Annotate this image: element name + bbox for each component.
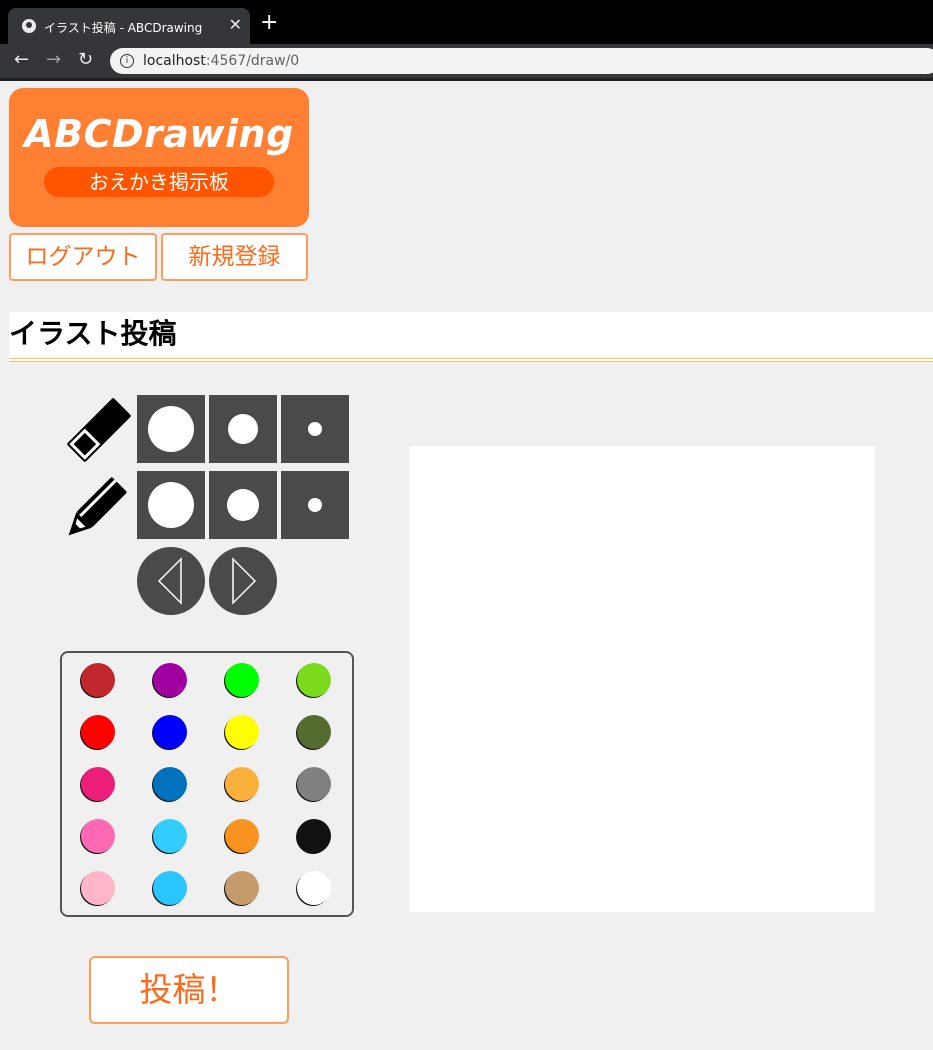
color-swatch[interactable] <box>225 767 259 801</box>
eraser-icon[interactable] <box>62 393 136 467</box>
browser-title-bar: イラスト投稿 - ABCDrawing ✕ + <box>0 0 933 44</box>
color-palette <box>60 651 354 917</box>
color-swatch[interactable] <box>225 715 259 749</box>
color-swatch[interactable] <box>297 819 331 853</box>
undo-button[interactable] <box>137 547 205 615</box>
color-swatch[interactable] <box>81 819 115 853</box>
size-dot-large <box>148 406 194 452</box>
info-icon[interactable]: i <box>120 54 134 68</box>
size-dot-medium <box>228 414 258 444</box>
reload-icon[interactable]: ↻ <box>78 50 93 70</box>
eraser-size-medium-button[interactable] <box>209 395 277 463</box>
forward-icon[interactable]: → <box>46 50 61 70</box>
browser-tab[interactable]: イラスト投稿 - ABCDrawing ✕ <box>8 8 250 44</box>
eraser-size-large-button[interactable] <box>137 395 205 463</box>
redo-button[interactable] <box>209 547 277 615</box>
color-swatch[interactable] <box>153 663 187 697</box>
color-swatch[interactable] <box>297 767 331 801</box>
color-swatch[interactable] <box>81 767 115 801</box>
color-swatch[interactable] <box>297 663 331 697</box>
url-text: localhost:4567/draw/0 <box>143 53 299 69</box>
size-dot-large <box>148 482 194 528</box>
color-swatch[interactable] <box>81 663 115 697</box>
color-swatch[interactable] <box>153 871 187 905</box>
pencil-size-large-button[interactable] <box>137 471 205 539</box>
site-logo[interactable]: ABCDrawing おえかき掲示板 <box>9 88 309 227</box>
color-swatch[interactable] <box>297 715 331 749</box>
pencil-icon[interactable] <box>62 468 136 542</box>
triangle-left-icon <box>157 557 182 605</box>
color-swatch[interactable] <box>225 871 259 905</box>
color-swatch[interactable] <box>297 871 331 905</box>
pencil-size-small-button[interactable] <box>281 471 349 539</box>
post-button[interactable]: 投稿！ <box>89 956 289 1024</box>
new-tab-button[interactable]: + <box>260 12 278 34</box>
color-swatch[interactable] <box>225 819 259 853</box>
size-dot-small <box>308 422 322 436</box>
logout-button[interactable]: ログアウト <box>9 233 157 281</box>
logo-title: ABCDrawing <box>24 112 294 156</box>
url-path: :4567/draw/0 <box>205 53 300 69</box>
pencil-size-medium-button[interactable] <box>209 471 277 539</box>
color-swatch[interactable] <box>153 715 187 749</box>
page-title: イラスト投稿 <box>9 317 177 350</box>
back-icon[interactable]: ← <box>14 50 29 70</box>
browser-toolbar: ← → ↻ i localhost:4567/draw/0 <box>0 44 933 81</box>
color-swatch[interactable] <box>81 715 115 749</box>
tab-close-icon[interactable]: ✕ <box>229 16 242 34</box>
color-swatch[interactable] <box>225 663 259 697</box>
eraser-size-small-button[interactable] <box>281 395 349 463</box>
size-dot-small <box>308 498 322 512</box>
size-dot-medium <box>227 489 259 521</box>
url-host: localhost <box>143 53 206 69</box>
tab-title: イラスト投稿 - ABCDrawing <box>44 21 203 35</box>
triangle-right-icon <box>232 557 257 605</box>
logo-subtitle: おえかき掲示板 <box>44 167 274 197</box>
register-button[interactable]: 新規登録 <box>161 233 308 281</box>
address-bar[interactable]: i localhost:4567/draw/0 <box>110 48 933 74</box>
globe-icon <box>22 19 36 33</box>
color-swatch[interactable] <box>153 819 187 853</box>
color-swatch[interactable] <box>81 871 115 905</box>
color-swatch[interactable] <box>153 767 187 801</box>
drawing-canvas[interactable] <box>409 446 875 912</box>
page-heading-bar: イラスト投稿 <box>9 312 933 362</box>
